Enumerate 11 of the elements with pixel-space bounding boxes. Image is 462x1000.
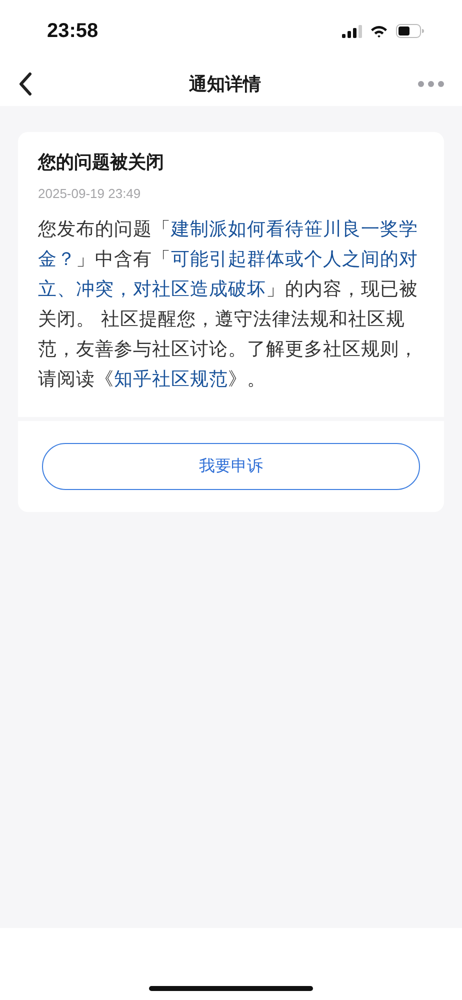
status-time: 23:58 xyxy=(47,20,98,42)
back-icon[interactable] xyxy=(18,72,32,96)
notice-date: 2025-09-19 23:49 xyxy=(38,186,142,201)
battery-icon xyxy=(396,24,424,38)
wifi-icon xyxy=(370,24,388,38)
notice-message: 您发布的问题「建制派如何看待笹川良一奖学金？」中含有「可能引起群体或个人之间的对立、冲突，对社区造成破坏」的内容，现已被关闭。 社区提醒您，遵守法律法规和社区规范，友善参与社区讨论。了解更多社区规则，请阅读《知乎社区规范》。 xyxy=(38,218,419,392)
notice-title: 您的问题被关闭 xyxy=(38,151,165,174)
more-icon[interactable] xyxy=(418,81,444,87)
signal-icon xyxy=(342,24,362,38)
page-title: 通知详情 xyxy=(189,73,261,96)
appeal-button[interactable]: 我要申诉 xyxy=(42,443,420,490)
